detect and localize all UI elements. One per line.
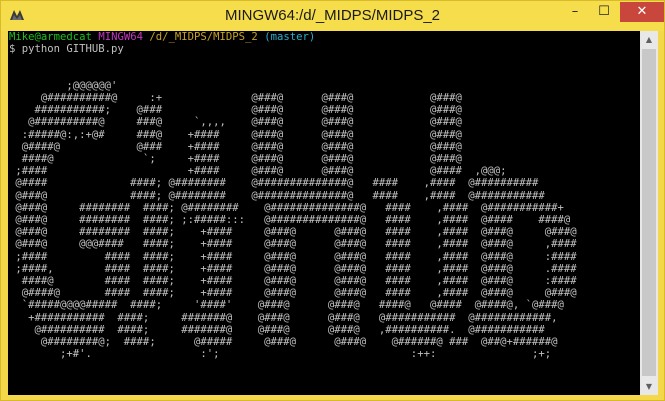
- ascii-art-line: @####@ #### ####; +#### @###@ @###@ ####…: [9, 287, 577, 300]
- prompt-path: /d/_MIDPS/MIDPS_2: [149, 31, 258, 43]
- minimize-button[interactable]: –: [561, 2, 589, 22]
- ascii-art-line: [9, 68, 577, 80]
- ascii-art-line: ###########; @### @###@ @###@ @###@: [9, 104, 462, 117]
- ascii-art-line: ;#### #### ####; +#### @###@ @###@ #### …: [9, 250, 577, 263]
- ascii-art-line: @###@ ######## ####; +#### @###@ @###@ #…: [9, 226, 577, 239]
- ascii-art-line: +########### ####; #######@ @###@ @###@ …: [9, 311, 558, 324]
- command-line: $ python GITHUB.py: [9, 43, 124, 56]
- ascii-art-line: `#####@@@@##### ####; '####' @###@ @###@…: [9, 299, 564, 312]
- ascii-art-line: @########@; ####; @##### @###@ @###@ @##…: [9, 336, 558, 349]
- ascii-art-line: ####@ #### ####; +#### @###@ @###@ #### …: [9, 275, 577, 288]
- scroll-down-arrow-icon[interactable]: ▼: [640, 378, 658, 395]
- ascii-art-line: @###@ ####; @######## @##############@ #…: [9, 189, 545, 202]
- ascii-art-line: @##########@ ###@ `,,,, @###@ @###@ @###…: [9, 116, 462, 129]
- scroll-thumb[interactable]: [642, 49, 656, 376]
- ascii-art-line: ;####, #### ####; +#### @###@ @###@ ####…: [9, 262, 577, 275]
- ascii-art-line: ;#### +#### @###@ @###@ @#### ,@@@;: [9, 165, 507, 178]
- close-button[interactable]: ✕: [620, 2, 664, 22]
- ascii-art-line: ;@@@@@@': [9, 79, 118, 92]
- ascii-art-line: @###@ ######## ####; @######## @########…: [9, 201, 564, 214]
- prompt-env: MINGW64: [98, 31, 143, 43]
- title-bar[interactable]: MINGW64:/d/_MIDPS/MIDPS_2 – ☐ ✕: [1, 1, 664, 31]
- ascii-art-line: @##########@ :+ @###@ @###@ @###@: [9, 92, 462, 105]
- ascii-art-line: :#####@:,:+@# ###@ +#### @###@ @###@ @##…: [9, 128, 462, 141]
- ascii-art-line: [9, 55, 577, 67]
- ascii-art-line: ;+#'. :'; :++: ;+;: [9, 348, 552, 361]
- scroll-up-arrow-icon[interactable]: ▲: [640, 31, 658, 48]
- terminal-text: Mike@armedcat MINGW64 /d/_MIDPS/MIDPS_2 …: [9, 31, 577, 360]
- ascii-art-line: @###@ ######## ####; ;:#####::: @#######…: [9, 214, 571, 227]
- ascii-art-output: ;@@@@@@' @##########@ :+ @###@ @###@ @##…: [9, 55, 577, 361]
- ascii-art-line: ####@ `; +#### @###@ @###@ @###@: [9, 153, 462, 166]
- prompt-branch: (master): [264, 31, 316, 43]
- terminal-window: MINGW64:/d/_MIDPS/MIDPS_2 – ☐ ✕ Mike@arm…: [0, 0, 665, 401]
- ascii-art-line: @#### ####; @######## @##############@ #…: [9, 177, 539, 190]
- vertical-scrollbar[interactable]: ▲ ▼: [640, 31, 658, 395]
- prompt-user-host: Mike@armedcat: [9, 31, 92, 43]
- terminal-output[interactable]: Mike@armedcat MINGW64 /d/_MIDPS/MIDPS_2 …: [8, 31, 640, 395]
- ascii-art-line: @###@ @@@#### ####; +#### @###@ @###@ ##…: [9, 238, 577, 251]
- maximize-button[interactable]: ☐: [590, 2, 618, 22]
- ascii-art-line: @####@ @### +#### @###@ @###@ @###@: [9, 140, 462, 153]
- ascii-art-line: @########## ####; #######@ @###@ @###@ ,…: [9, 323, 545, 336]
- prompt-line: Mike@armedcat MINGW64 /d/_MIDPS/MIDPS_2 …: [9, 31, 577, 43]
